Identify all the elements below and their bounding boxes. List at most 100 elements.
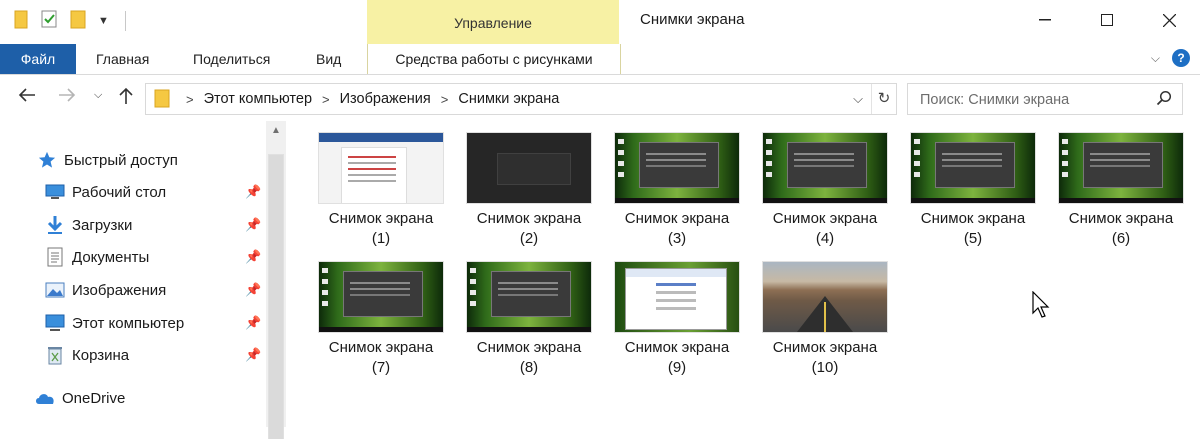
ribbon-tabs: Файл Главная Поделиться Вид Средства раб… (0, 44, 1200, 75)
address-controls: ⌵ ↻ (845, 84, 896, 114)
file-thumbnail (319, 133, 443, 203)
file-item[interactable]: Снимок экрана (9) (604, 250, 750, 378)
nav-label: OneDrive (62, 389, 126, 407)
breadcrumb: > Этот компьютер > Изображения > Снимки … (176, 84, 559, 114)
nav-label: Корзина (72, 346, 130, 364)
file-name: Снимок экрана (4) (772, 210, 878, 247)
help-icon[interactable]: ? (1172, 49, 1190, 67)
file-name: Снимок экрана (8) (476, 339, 582, 376)
file-thumbnail (319, 262, 443, 332)
file-thumbnail (615, 262, 739, 332)
maximize-button[interactable] (1076, 0, 1138, 40)
file-item[interactable]: Снимок экрана (8) (456, 250, 602, 378)
nav-item-desktop[interactable]: Рабочий стол (44, 177, 166, 207)
crumb-screenshots[interactable]: Снимки экрана (458, 91, 559, 107)
expand-ribbon-icon[interactable]: ⌵ (1151, 51, 1160, 66)
nav-label: Загрузки (72, 216, 133, 234)
document-icon (44, 246, 66, 268)
close-button[interactable] (1138, 0, 1200, 40)
minimize-button[interactable] (1014, 0, 1076, 40)
pin-icon[interactable]: 📌 (245, 249, 261, 265)
pin-icon[interactable]: 📌 (245, 282, 261, 298)
nav-quick-access[interactable]: Быстрый доступ (36, 145, 178, 175)
nav-item-this-pc[interactable]: Этот компьютер (44, 308, 184, 338)
up-button[interactable] (118, 87, 134, 110)
address-bar[interactable]: > Этот компьютер > Изображения > Снимки … (145, 83, 897, 115)
tab-picture-tools[interactable]: Средства работы с рисунками (367, 44, 621, 74)
up-arrow-icon (119, 87, 133, 104)
nav-item-documents[interactable]: Документы (44, 242, 149, 272)
nav-item-downloads[interactable]: Загрузки (44, 210, 132, 240)
nav-onedrive[interactable]: OneDrive (34, 383, 125, 413)
file-name: Снимок экрана (7) (328, 339, 434, 376)
window-title: Снимки экрана (640, 11, 745, 28)
search-box[interactable] (907, 83, 1183, 115)
file-thumbnail (911, 133, 1035, 203)
pin-icon[interactable]: 📌 (245, 184, 261, 200)
address-dropdown-icon[interactable]: ⌵ (845, 91, 871, 107)
refresh-icon[interactable]: ↻ (871, 84, 896, 114)
navigation-pane: Быстрый доступ Рабочий стол 📌 Загрузки 📌… (0, 121, 268, 427)
qat-separator (124, 10, 126, 31)
pin-icon[interactable]: 📌 (245, 347, 261, 363)
file-name: Снимок экрана (2) (476, 210, 582, 247)
customize-qat-icon[interactable]: ▼ (98, 15, 109, 27)
file-name: Снимок экрана (5) (920, 210, 1026, 247)
pin-icon[interactable]: 📌 (245, 315, 261, 331)
nav-item-pictures[interactable]: Изображения (44, 275, 166, 305)
file-name: Снимок экрана (3) (624, 210, 730, 247)
file-thumbnail (1059, 133, 1183, 203)
crumb-this-pc[interactable]: Этот компьютер (204, 91, 312, 107)
tab-view[interactable]: Вид (316, 44, 341, 74)
nav-label: Этот компьютер (72, 314, 185, 332)
breadcrumb-separator[interactable]: > (186, 92, 194, 107)
crumb-pictures[interactable]: Изображения (340, 91, 431, 107)
nav-label: Документы (72, 248, 150, 266)
minimize-icon (1039, 19, 1051, 21)
back-button[interactable] (18, 87, 36, 108)
star-icon (36, 149, 58, 171)
file-item[interactable]: Снимок экрана (5) (900, 121, 1046, 249)
properties-icon[interactable] (40, 9, 58, 32)
back-arrow-icon (18, 88, 35, 102)
file-item[interactable]: Снимок экрана (10) (752, 250, 898, 378)
mouse-cursor-icon (1032, 291, 1050, 318)
search-icon[interactable] (1156, 90, 1172, 109)
nav-pane-scrollbar[interactable]: ▲ (266, 121, 286, 439)
pictures-icon (44, 279, 66, 301)
forward-button[interactable] (58, 87, 76, 108)
scrollbar-thumb[interactable] (269, 155, 283, 439)
file-thumbnail (763, 262, 887, 332)
file-item[interactable]: Снимок экрана (7) (308, 250, 454, 378)
file-thumbnail (467, 262, 591, 332)
desktop-icon (44, 181, 66, 203)
pin-icon[interactable]: 📌 (245, 217, 261, 233)
file-thumbnail (467, 133, 591, 203)
search-input[interactable] (918, 89, 1142, 111)
new-folder-icon[interactable] (70, 9, 86, 32)
file-item[interactable]: Снимок экрана (6) (1048, 121, 1194, 249)
recycle-bin-icon (44, 344, 66, 366)
scroll-up-icon[interactable]: ▲ (266, 121, 286, 141)
tab-file[interactable]: Файл (0, 44, 76, 74)
nav-item-recycle-bin[interactable]: Корзина (44, 340, 129, 370)
file-item[interactable]: Снимок экрана (4) (752, 121, 898, 249)
forward-arrow-icon (59, 88, 76, 102)
recent-locations-button[interactable]: ⌵ (94, 89, 102, 102)
tab-share[interactable]: Поделиться (193, 44, 270, 74)
address-folder-icon (154, 89, 170, 112)
tab-home[interactable]: Главная (96, 44, 149, 74)
file-item[interactable]: Снимок экрана (1) (308, 121, 454, 249)
cloud-icon (34, 387, 56, 409)
download-icon (44, 214, 66, 236)
file-item[interactable]: Снимок экрана (2) (456, 121, 602, 249)
file-item[interactable]: Снимок экрана (3) (604, 121, 750, 249)
file-thumbnail (615, 133, 739, 203)
quick-access-toolbar: ▼ (14, 9, 126, 32)
folder-icon[interactable] (14, 9, 28, 32)
breadcrumb-separator[interactable]: > (322, 92, 330, 107)
ribbon-right-controls: ⌵ ? (1151, 49, 1190, 67)
breadcrumb-separator[interactable]: > (441, 92, 449, 107)
manage-context-tab[interactable]: Управление (367, 0, 619, 44)
file-name: Снимок экрана (9) (624, 339, 730, 376)
